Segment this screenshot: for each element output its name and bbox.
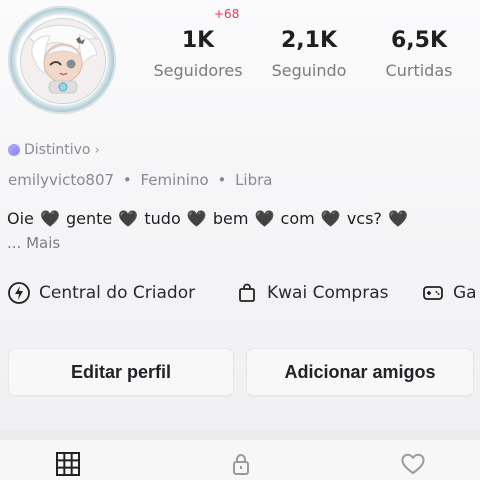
game-controller-icon (421, 281, 445, 305)
black-heart-icon: 🖤 (254, 209, 275, 228)
chevron-right-icon: › (94, 142, 100, 158)
games-label: Ga (453, 283, 477, 303)
following-label: Seguindo (271, 61, 347, 80)
likes-count: 6,5K (390, 28, 448, 53)
bio-part: tudo (144, 209, 181, 228)
black-heart-icon: 🖤 (320, 209, 341, 228)
bio-part: com (280, 209, 315, 228)
kwai-shopping-label: Kwai Compras (267, 283, 389, 303)
notification-count: +68 (214, 7, 240, 21)
games-link[interactable]: Ga (421, 276, 477, 310)
followers-label: Seguidores (153, 61, 243, 80)
section-divider (0, 430, 480, 440)
lock-icon (227, 450, 255, 478)
tab-liked[interactable] (393, 450, 433, 480)
add-friends-button[interactable]: Adicionar amigos (246, 348, 474, 396)
heart-icon (399, 450, 427, 478)
bio-more-link[interactable]: ... Mais (7, 234, 60, 252)
zodiac-sign: Libra (235, 171, 273, 189)
followers-count: 1K (181, 28, 215, 53)
lightning-circle-icon (7, 281, 31, 305)
quick-links-row: Central do Criador Kwai Compras Ga (0, 276, 480, 310)
avatar-illustration (21, 19, 105, 103)
black-heart-icon: 🖤 (186, 209, 207, 228)
profile-avatar[interactable] (8, 6, 116, 114)
likes-label: Curtidas (385, 61, 453, 80)
kwai-shopping-link[interactable]: Kwai Compras (235, 276, 388, 310)
distintivo-label: Distintivo (24, 142, 91, 158)
edit-profile-button[interactable]: Editar perfil (8, 348, 234, 396)
meta-separator: • (122, 171, 132, 189)
profile-meta: emilyvicto807 • Feminino • Libra (8, 171, 272, 189)
black-heart-icon: 🖤 (388, 209, 408, 228)
username: emilyvicto807 (8, 171, 115, 189)
likes-stat[interactable]: 6,5K Curtidas (381, 30, 457, 79)
gender: Feminino (140, 171, 209, 189)
followers-stat[interactable]: 1K Seguidores (152, 30, 244, 79)
grid-icon (54, 450, 82, 478)
profile-tabs (0, 440, 480, 480)
shopping-bag-icon (235, 281, 259, 305)
tab-private[interactable] (221, 450, 261, 480)
bio-part: vcs? (346, 209, 382, 228)
black-heart-icon: 🖤 (118, 209, 139, 228)
avatar-image (20, 18, 106, 104)
meta-separator: • (217, 171, 227, 189)
black-heart-icon: 🖤 (39, 209, 60, 228)
bio-part: Oie (7, 209, 34, 228)
distintivo-link[interactable]: Distintivo › (8, 142, 100, 158)
tab-posts[interactable] (48, 450, 88, 480)
creator-center-label: Central do Criador (39, 283, 196, 303)
creator-center-link[interactable]: Central do Criador (7, 276, 195, 310)
following-stat[interactable]: 2,1K Seguindo (268, 30, 350, 79)
bio-part: bem (212, 209, 249, 228)
distintivo-badge-icon (8, 144, 20, 156)
profile-bio: Oie 🖤 gente 🖤 tudo 🖤 bem 🖤 com 🖤 vcs? 🖤 (7, 209, 477, 229)
following-count: 2,1K (280, 28, 338, 53)
bio-part: gente (66, 209, 113, 228)
